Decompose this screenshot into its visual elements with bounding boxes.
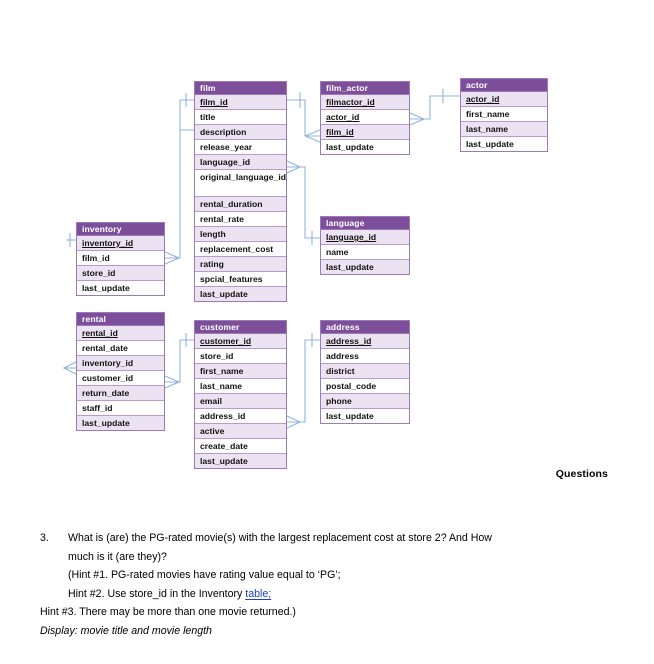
- entity-inventory-field-inventory_id: inventory_id: [77, 236, 164, 251]
- entity-language-field-last_update: last_update: [321, 260, 409, 274]
- entity-film-field-language_id: language_id: [195, 155, 286, 170]
- entity-rental-field-return_date: return_date: [77, 386, 164, 401]
- entity-customer-field-last_update: last_update: [195, 454, 286, 468]
- question-line-2: much is it (are they)?: [68, 550, 167, 563]
- entity-address-field-postal_code: postal_code: [321, 379, 409, 394]
- entity-actor[interactable]: actor actor_id first_name last_name last…: [460, 78, 548, 152]
- entity-film-actor-field-last_update: last_update: [321, 140, 409, 154]
- entity-address-field-address: address: [321, 349, 409, 364]
- entity-address-field-address_id: address_id: [321, 334, 409, 349]
- entity-film-field-spcial_features: spcial_features: [195, 272, 286, 287]
- entity-rental[interactable]: rental rental_id rental_date inventory_i…: [76, 312, 165, 431]
- entity-film-field-rental_duration: rental_duration: [195, 197, 286, 212]
- entity-inventory-field-last_update: last_update: [77, 281, 164, 295]
- entity-film-field-film_id: film_id: [195, 95, 286, 110]
- entity-customer-field-email: email: [195, 394, 286, 409]
- entity-inventory-field-film_id: film_id: [77, 251, 164, 266]
- entity-film-field-original_language_id: original_language_id: [195, 170, 286, 197]
- entity-film[interactable]: film film_id title description release_y…: [194, 81, 287, 302]
- entity-film-title: film: [195, 82, 286, 95]
- entity-customer[interactable]: customer customer_id store_id first_name…: [194, 320, 287, 469]
- entity-rental-field-rental_date: rental_date: [77, 341, 164, 356]
- entity-film-field-rental_rate: rental_rate: [195, 212, 286, 227]
- entity-film-field-title: title: [195, 110, 286, 125]
- entity-film-actor-title: film_actor: [321, 82, 409, 95]
- questions-heading: Questions: [555, 468, 608, 480]
- entity-actor-field-first_name: first_name: [461, 107, 547, 122]
- entity-actor-field-actor_id: actor_id: [461, 92, 547, 107]
- entity-film-actor-field-actor_id: actor_id: [321, 110, 409, 125]
- entity-film-actor-field-filmactor_id: filmactor_id: [321, 95, 409, 110]
- entity-customer-field-first_name: first_name: [195, 364, 286, 379]
- entity-customer-field-last_name: last_name: [195, 379, 286, 394]
- entity-rental-field-inventory_id: inventory_id: [77, 356, 164, 371]
- inventory-table-link[interactable]: table;: [245, 588, 271, 600]
- question-hint-3: Hint #3. There may be more than one movi…: [40, 606, 296, 618]
- entity-rental-field-customer_id: customer_id: [77, 371, 164, 386]
- entity-language-field-name: name: [321, 245, 409, 260]
- entity-inventory[interactable]: inventory inventory_id film_id store_id …: [76, 222, 165, 296]
- entity-rental-field-last_update: last_update: [77, 416, 164, 430]
- entity-film-field-length: length: [195, 227, 286, 242]
- entity-language-field-language_id: language_id: [321, 230, 409, 245]
- question-line-1: What is (are) the PG-rated movie(s) with…: [68, 532, 492, 544]
- entity-inventory-field-store_id: store_id: [77, 266, 164, 281]
- entity-rental-field-staff_id: staff_id: [77, 401, 164, 416]
- entity-actor-title: actor: [461, 79, 547, 92]
- entity-address-title: address: [321, 321, 409, 334]
- entity-inventory-title: inventory: [77, 223, 164, 236]
- entity-customer-field-active: active: [195, 424, 286, 439]
- question-display-line: Display: movie title and movie length: [40, 624, 212, 637]
- entity-actor-field-last_name: last_name: [461, 122, 547, 137]
- entity-film-actor-field-film_id: film_id: [321, 125, 409, 140]
- entity-customer-field-store_id: store_id: [195, 349, 286, 364]
- entity-address-field-phone: phone: [321, 394, 409, 409]
- entity-customer-field-address_id: address_id: [195, 409, 286, 424]
- entity-film-field-replacement_cost: replacement_cost: [195, 242, 286, 257]
- entity-language-title: language: [321, 217, 409, 230]
- question-hint-2-text: Hint #2. Use store_id in the Inventory: [68, 587, 246, 600]
- entity-address[interactable]: address address_id address district post…: [320, 320, 410, 424]
- entity-rental-title: rental: [77, 313, 164, 326]
- entity-address-field-last_update: last_update: [321, 409, 409, 423]
- question-hint-2: Hint #2. Use store_id in the Inventory t…: [40, 585, 620, 604]
- question-hint-1: (Hint #1. PG-rated movies have rating va…: [68, 569, 341, 581]
- entity-address-field-district: district: [321, 364, 409, 379]
- entity-customer-field-customer_id: customer_id: [195, 334, 286, 349]
- entity-film-field-release_year: release_year: [195, 140, 286, 155]
- entity-film-field-last_update: last_update: [195, 287, 286, 301]
- entity-film-field-rating: rating: [195, 257, 286, 272]
- entity-customer-title: customer: [195, 321, 286, 334]
- entity-customer-field-create_date: create_date: [195, 439, 286, 454]
- question-block: 3. What is (are) the PG-rated movie(s) w…: [40, 529, 620, 640]
- document-canvas: film film_id title description release_y…: [0, 0, 654, 664]
- entity-rental-field-rental_id: rental_id: [77, 326, 164, 341]
- entity-film-actor[interactable]: film_actor filmactor_id actor_id film_id…: [320, 81, 410, 155]
- entity-film-field-description: description: [195, 125, 286, 140]
- entity-language[interactable]: language language_id name last_update: [320, 216, 410, 275]
- question-number: 3.: [40, 532, 49, 544]
- entity-actor-field-last_update: last_update: [461, 137, 547, 151]
